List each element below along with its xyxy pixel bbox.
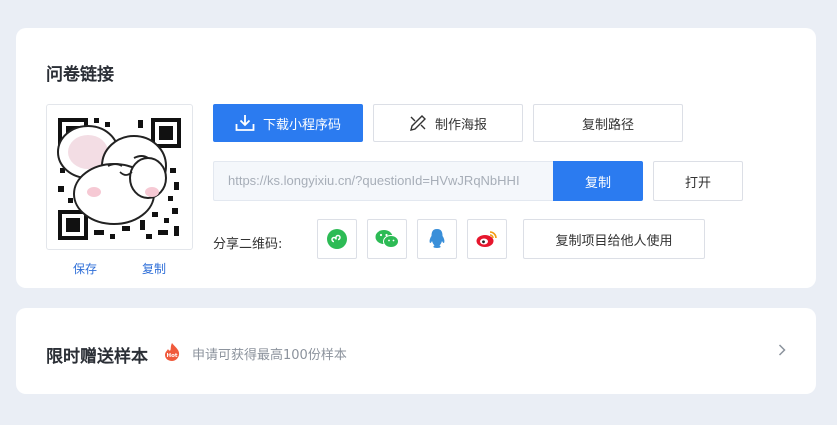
qr-code-image: [57, 118, 181, 240]
promo-card[interactable]: 限时赠送样本 Hot 申请可获得最高100份样本: [16, 308, 816, 394]
share-miniprogram-button[interactable]: [317, 219, 357, 259]
open-url-button[interactable]: 打开: [653, 161, 743, 201]
hot-flame-icon: Hot: [165, 343, 180, 361]
make-poster-button[interactable]: 制作海报: [373, 104, 523, 142]
share-weibo-button[interactable]: [467, 219, 507, 259]
survey-url-field[interactable]: https://ks.longyixiu.cn/?questionId=HVwJ…: [213, 161, 553, 201]
promo-title: 限时赠送样本: [46, 347, 148, 367]
promo-subtitle: 申请可获得最高100份样本: [192, 348, 347, 363]
qq-icon: [429, 229, 445, 248]
pencil-ruler-icon: [409, 114, 427, 132]
download-icon: [235, 114, 255, 132]
share-wechat-button[interactable]: [367, 219, 407, 259]
copy-path-button[interactable]: 复制路径: [533, 104, 683, 142]
download-miniprogram-button[interactable]: 下载小程序码: [213, 104, 363, 142]
save-qr-link[interactable]: 保存: [73, 260, 97, 277]
share-qq-button[interactable]: [417, 219, 457, 259]
link-card: 问卷链接 保存 复制 下载小程序码 制作海报 复制路径 https://ks.l…: [16, 28, 816, 288]
hot-badge-text: Hot: [166, 353, 177, 359]
wechat-icon: [375, 230, 399, 248]
share-project-button[interactable]: 复制项目给他人使用: [523, 219, 705, 259]
chevron-right-icon[interactable]: [778, 344, 786, 356]
section-title: 问卷链接: [46, 65, 114, 85]
make-poster-label: 制作海报: [434, 117, 487, 133]
copy-qr-link[interactable]: 复制: [142, 260, 166, 277]
miniprogram-icon: [327, 229, 347, 249]
weibo-icon: [476, 231, 497, 247]
download-miniprogram-label: 下载小程序码: [262, 117, 341, 133]
qr-code-box: [46, 104, 193, 250]
copy-url-button[interactable]: 复制: [553, 161, 643, 201]
share-qr-label: 分享二维码:: [213, 237, 283, 252]
